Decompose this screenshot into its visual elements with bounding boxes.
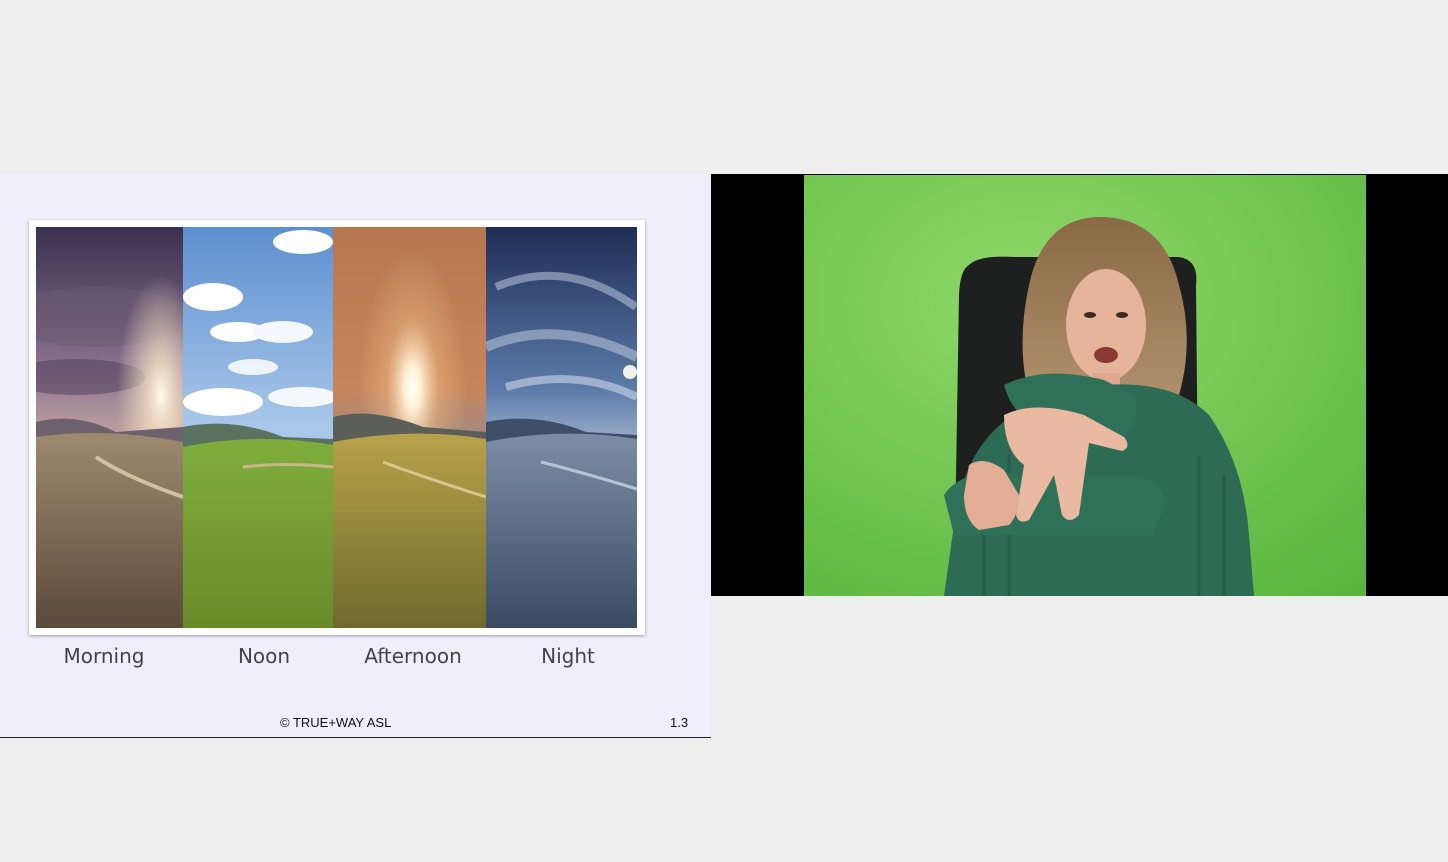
afternoon-panel: [333, 227, 486, 628]
morning-image: [36, 227, 183, 628]
time-of-day-photo: [29, 220, 645, 635]
slide-number: 1.3: [670, 715, 689, 730]
video-player[interactable]: [711, 174, 1448, 596]
label-noon: Noon: [237, 644, 291, 668]
noon-image: [183, 227, 333, 628]
afternoon-image: [333, 227, 486, 628]
night-image: [486, 227, 637, 628]
label-night: Night: [541, 644, 595, 668]
label-morning: Morning: [63, 644, 145, 668]
video-feed: [804, 175, 1366, 596]
copyright-text: © TRUE+WAY ASL: [280, 715, 392, 730]
night-panel: [486, 227, 637, 628]
signer-video-image: [804, 175, 1366, 596]
label-afternoon: Afternoon: [364, 644, 462, 668]
noon-panel: [183, 227, 333, 628]
morning-panel: [36, 227, 183, 628]
presentation-slide: Morning Noon Afternoon Night © TRUE+WAY …: [0, 174, 711, 738]
